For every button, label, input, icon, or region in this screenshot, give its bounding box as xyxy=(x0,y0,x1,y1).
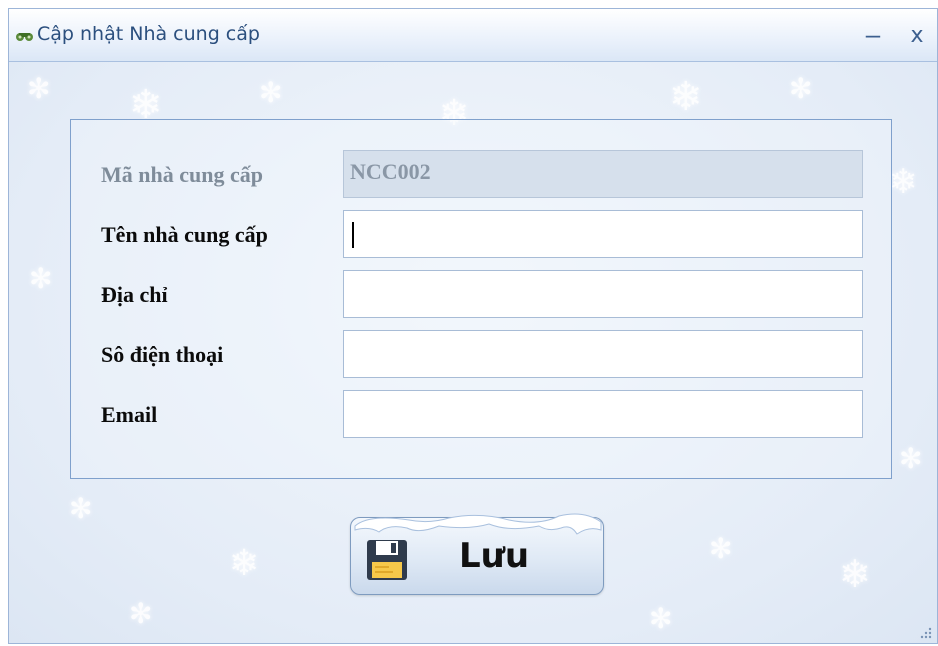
address-label: Địa chỉ xyxy=(101,282,168,307)
snowflake-icon: ✻ xyxy=(649,603,673,634)
supplier-name-input[interactable] xyxy=(343,210,863,258)
snowflake-icon: ✻ xyxy=(69,493,93,524)
snowflake-icon: ✻ xyxy=(27,73,51,104)
snow-cap-decoration xyxy=(354,513,602,535)
floppy-disk-icon xyxy=(367,540,407,580)
window-title: Cập nhật Nhà cung cấp xyxy=(37,23,260,45)
snowflake-icon: ❄ xyxy=(229,542,260,583)
minimize-button[interactable]: – xyxy=(861,19,885,49)
snowflake-icon: ❄ xyxy=(669,75,703,119)
email-input[interactable] xyxy=(343,390,863,438)
close-button[interactable]: x xyxy=(905,21,929,51)
snowflake-icon: ✻ xyxy=(29,263,53,294)
form-client-area: ✻ ❄ ✻ ❄ ❄ ✻ ❄ ✻ ✻ ✻ ❄ ✻ ❄ ✻ ✻ Mã nhà cun… xyxy=(9,62,937,643)
snowflake-icon: ✻ xyxy=(709,533,733,564)
update-supplier-window: Cập nhật Nhà cung cấp – x ✻ ❄ ✻ ❄ ❄ ✻ ❄ … xyxy=(8,8,938,644)
supplier-code-label: Mã nhà cung cấp xyxy=(101,162,263,187)
snowflake-icon: ❄ xyxy=(889,163,918,201)
save-button-label: Lưu xyxy=(459,536,530,576)
snowflake-icon: ✻ xyxy=(789,73,813,104)
text-caret xyxy=(352,222,354,248)
snowflake-icon: ✻ xyxy=(129,598,153,629)
snowflake-icon: ✻ xyxy=(259,77,283,108)
app-icon xyxy=(16,33,33,41)
resize-grip-icon[interactable] xyxy=(917,625,933,641)
save-button[interactable]: Lưu xyxy=(350,513,604,595)
title-bar[interactable]: Cập nhật Nhà cung cấp – x xyxy=(9,9,937,62)
snowflake-icon: ✻ xyxy=(899,443,923,474)
phone-label: Sô điện thoại xyxy=(101,342,224,367)
supplier-name-label: Tên nhà cung cấp xyxy=(101,222,268,247)
supplier-code-field: NCC002 xyxy=(343,150,863,198)
snowflake-icon: ❄ xyxy=(839,554,871,596)
email-label: Email xyxy=(101,402,158,427)
phone-input[interactable] xyxy=(343,330,863,378)
supplier-group-box: Mã nhà cung cấp NCC002 Tên nhà cung cấp … xyxy=(70,119,892,479)
address-input[interactable] xyxy=(343,270,863,318)
